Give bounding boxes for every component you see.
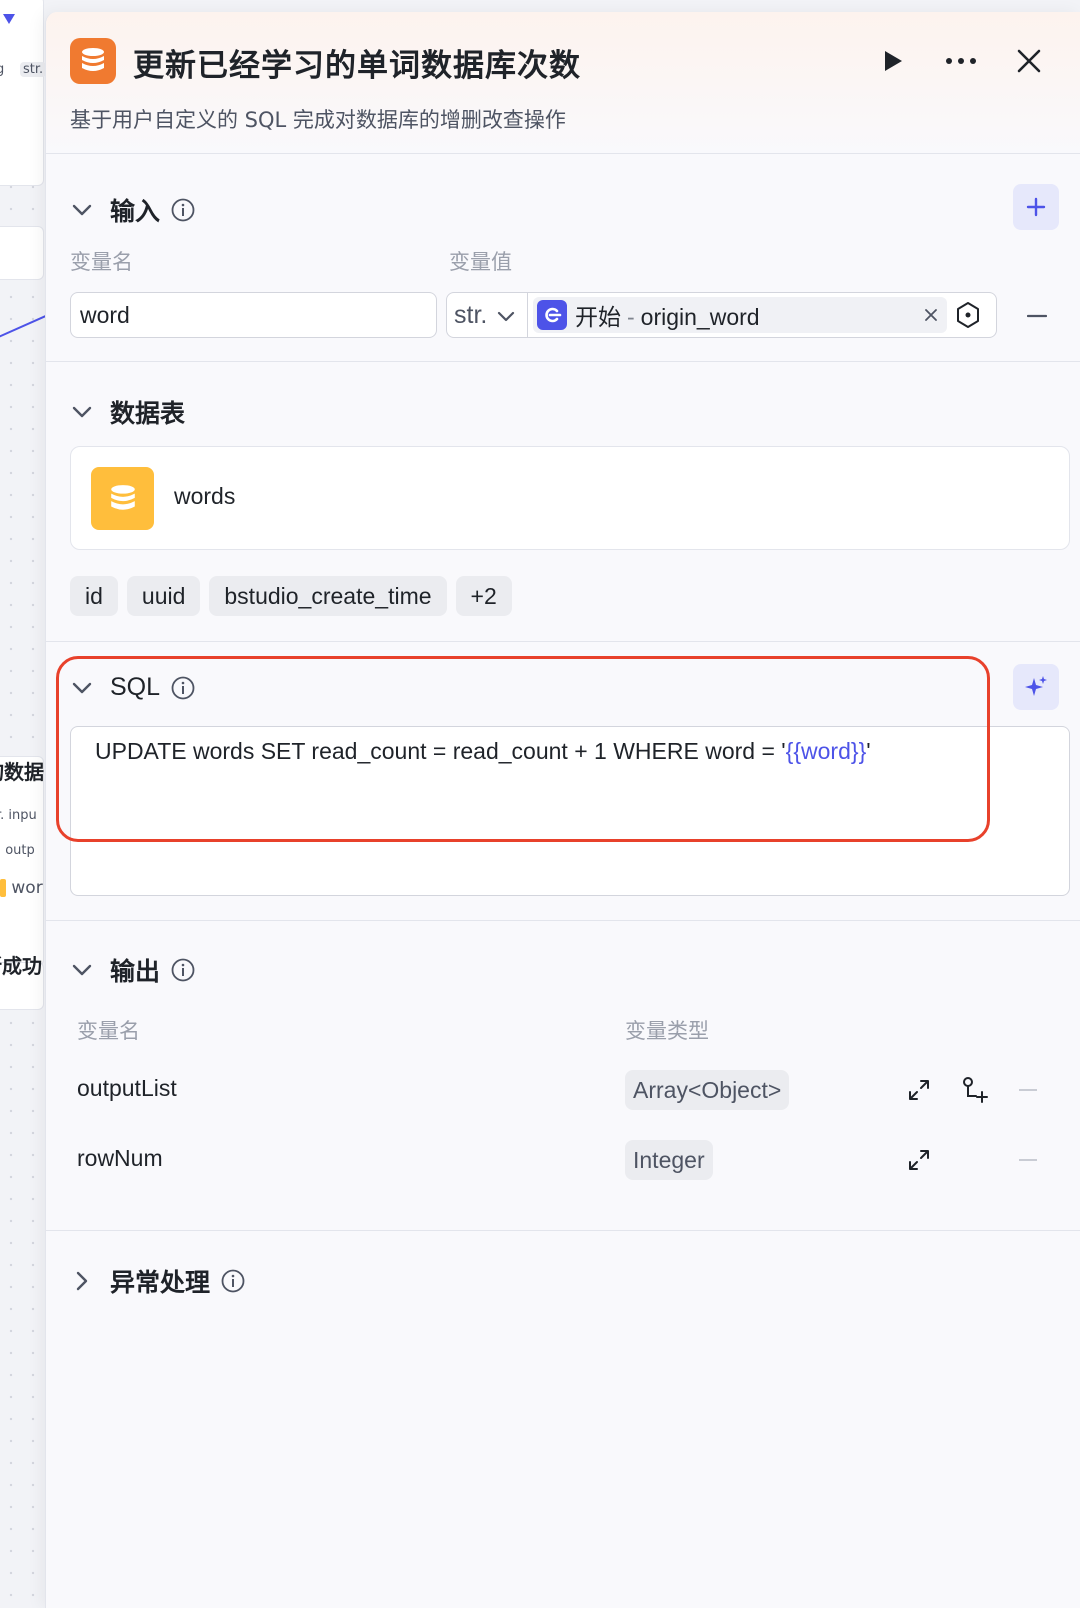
output-variable-type: Integer xyxy=(625,1140,713,1180)
table-name: words xyxy=(174,483,236,509)
input-section: 输入 变量名 变量值 word str. 开始 - origin_word xyxy=(46,154,1080,362)
panel-header: 更新已经学习的单词数据库次数 基于用户自定义的 SQL 完成对数据库的增删改查操… xyxy=(46,12,1080,154)
column-label-name: 变量名 xyxy=(70,250,133,274)
canvas-connection-line xyxy=(0,313,46,340)
expand-arrows-icon[interactable] xyxy=(904,1145,934,1175)
add-input-button[interactable] xyxy=(1013,184,1059,230)
start-node-icon xyxy=(537,300,567,330)
reference-separator: - xyxy=(627,304,635,330)
canvas-node-title: 询数据 xyxy=(0,760,44,784)
exception-section-header[interactable]: 异常处理 xyxy=(70,1263,246,1299)
sql-section-header: SQL xyxy=(70,673,196,702)
section-title: 异常处理 xyxy=(110,1268,211,1297)
node-description: 基于用户自定义的 SQL 完成对数据库的增删改查操作 xyxy=(70,108,566,132)
expand-arrows-icon[interactable] xyxy=(904,1075,934,1105)
database-icon xyxy=(70,38,116,84)
plus-icon xyxy=(1026,197,1046,217)
more-button[interactable] xyxy=(941,44,981,78)
remove-input-button[interactable] xyxy=(1024,303,1050,329)
variable-name-input[interactable]: word xyxy=(70,292,437,338)
output-section: 输出 变量名 变量类型 outputList Array<Object> row… xyxy=(46,921,1080,1231)
sql-text: ' xyxy=(866,738,871,764)
clear-reference-icon[interactable] xyxy=(919,303,943,327)
remove-output-button[interactable] xyxy=(1019,1159,1037,1161)
sql-editor[interactable]: UPDATE words SET read_count = read_count… xyxy=(70,726,1070,896)
table-field-chip: id xyxy=(70,576,118,616)
chevron-right-icon[interactable] xyxy=(70,1269,94,1293)
ai-generate-sql-button[interactable] xyxy=(1013,664,1059,710)
variable-picker-icon[interactable] xyxy=(947,293,989,337)
close-icon xyxy=(1017,49,1041,73)
variable-type-value: str. xyxy=(454,300,488,329)
column-label-type: 变量类型 xyxy=(625,1019,709,1043)
sql-text: UPDATE words SET read_count = read_count… xyxy=(95,738,786,764)
node-config-panel: 更新已经学习的单词数据库次数 基于用户自定义的 SQL 完成对数据库的增删改查操… xyxy=(45,12,1080,1608)
node-title[interactable]: 更新已经学习的单词数据库次数 xyxy=(133,40,581,85)
section-title: 数据表 xyxy=(110,399,186,428)
column-label-name: 变量名 xyxy=(77,1019,140,1043)
more-fields-chip[interactable]: +2 xyxy=(455,576,512,616)
canvas-tag: g xyxy=(0,62,5,77)
info-icon[interactable] xyxy=(170,675,196,701)
table-section: 数据表 words id uuid bstudio_create_time +2 xyxy=(46,362,1080,642)
canvas-tag: str. xyxy=(20,62,46,77)
canvas-node-row: ] outp xyxy=(0,843,35,858)
canvas-node-card[interactable] xyxy=(0,756,44,966)
canvas-node-row-text: wor xyxy=(11,878,43,898)
table-field-chips: id uuid bstudio_create_time +2 xyxy=(70,576,512,616)
chevron-down-icon[interactable] xyxy=(70,400,94,424)
sql-variable: {{word}} xyxy=(785,738,867,764)
section-title: 输出 xyxy=(110,957,161,986)
table-field-chip: bstudio_create_time xyxy=(209,576,447,616)
variable-type-select[interactable]: str. xyxy=(447,293,528,337)
add-child-icon[interactable] xyxy=(959,1075,989,1105)
table-section-header: 数据表 xyxy=(70,394,185,430)
info-icon[interactable] xyxy=(220,1268,246,1294)
more-horizontal-icon xyxy=(946,58,976,64)
canvas-node-card[interactable] xyxy=(0,0,44,186)
input-section-header: 输入 xyxy=(70,192,196,228)
output-variable-name: rowNum xyxy=(77,1145,163,1171)
variable-value-field: str. 开始 - origin_word xyxy=(446,292,997,338)
play-icon xyxy=(885,51,902,71)
output-variable-type: Array<Object> xyxy=(625,1070,790,1110)
output-section-header: 输出 xyxy=(70,952,196,988)
reference-node-name: 开始 xyxy=(575,304,621,330)
variable-reference-tag[interactable]: 开始 - origin_word xyxy=(533,297,947,333)
chevron-down-icon[interactable] xyxy=(70,676,94,700)
info-icon[interactable] xyxy=(170,957,196,983)
sparkle-icon xyxy=(1025,676,1047,696)
remove-output-button[interactable] xyxy=(1019,1089,1037,1091)
table-card[interactable]: words xyxy=(70,446,1070,550)
close-button[interactable] xyxy=(1012,44,1046,78)
chevron-down-icon[interactable] xyxy=(70,958,94,982)
run-button[interactable] xyxy=(876,44,910,78)
column-label-value: 变量值 xyxy=(449,250,512,274)
exception-section: 异常处理 xyxy=(46,1231,1080,1331)
chevron-down-icon xyxy=(497,301,515,330)
canvas-node-row: r. inpu xyxy=(0,808,37,823)
sql-section: SQL UPDATE words SET read_count = read_c… xyxy=(46,642,1080,921)
table-mini-icon xyxy=(0,879,6,897)
workflow-canvas[interactable]: g str. 询数据 r. inpu ] outp wor 所成功 xyxy=(0,0,46,1608)
canvas-node-row: wor xyxy=(0,878,43,898)
canvas-node-card[interactable] xyxy=(0,226,44,280)
reference-label: 开始 - origin_word xyxy=(575,298,760,332)
canvas-node-status: 所成功 xyxy=(0,954,42,978)
section-title: SQL xyxy=(110,673,161,701)
section-title: 输入 xyxy=(110,197,161,226)
database-icon xyxy=(91,467,154,530)
output-variable-name: outputList xyxy=(77,1075,177,1101)
chevron-down-icon[interactable] xyxy=(70,198,94,222)
info-icon[interactable] xyxy=(170,197,196,223)
reference-variable-name: origin_word xyxy=(640,304,760,330)
table-field-chip: uuid xyxy=(126,576,201,616)
minus-icon xyxy=(1027,314,1047,318)
